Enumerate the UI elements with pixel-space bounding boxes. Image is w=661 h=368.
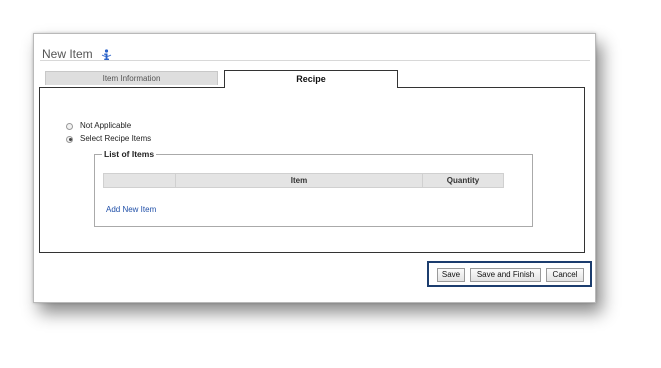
option-not-applicable[interactable]: Not Applicable (66, 121, 131, 131)
option-select-recipe-items[interactable]: Select Recipe Items (66, 134, 151, 144)
new-item-dialog: New Item Item Information Recipe Not App… (33, 33, 596, 303)
column-header-item: Item (176, 173, 423, 188)
save-and-finish-button[interactable]: Save and Finish (470, 268, 541, 282)
title-divider (40, 60, 590, 61)
cancel-button[interactable]: Cancel (546, 268, 584, 282)
list-of-items-group: List of Items Item Quantity Add New Item (94, 149, 533, 227)
dialog-title: New Item (42, 46, 93, 61)
recipe-panel: Not Applicable Select Recipe Items List … (39, 87, 585, 253)
column-header-quantity: Quantity (423, 173, 504, 188)
radio-select-recipe-items[interactable] (66, 135, 73, 143)
dialog-header: New Item (42, 45, 112, 61)
tab-item-information[interactable]: Item Information (45, 71, 218, 85)
list-of-items-legend: List of Items (102, 149, 157, 159)
items-table-header: Item Quantity (103, 173, 504, 188)
save-button[interactable]: Save (437, 268, 465, 282)
info-icon[interactable] (101, 48, 112, 60)
add-new-item-link[interactable]: Add New Item (106, 205, 156, 214)
tab-recipe[interactable]: Recipe (224, 70, 398, 88)
column-header-blank (103, 173, 176, 188)
option-not-applicable-label: Not Applicable (80, 121, 132, 130)
action-buttons-highlight: Save Save and Finish Cancel (427, 261, 592, 287)
radio-not-applicable[interactable] (66, 122, 73, 130)
option-select-recipe-items-label: Select Recipe Items (80, 134, 152, 143)
